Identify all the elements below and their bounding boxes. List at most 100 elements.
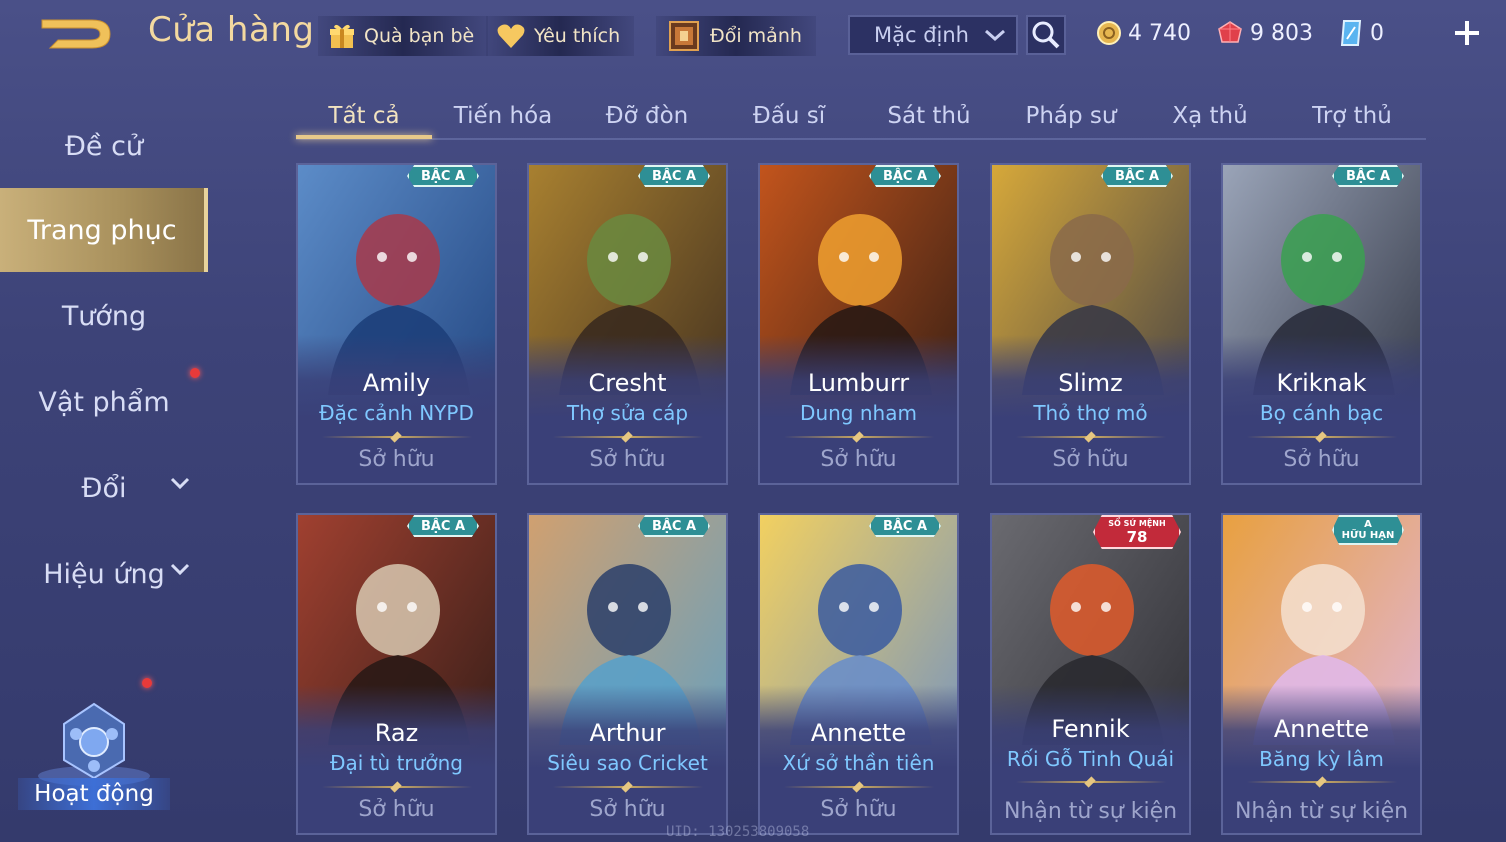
hero-name: Cresht xyxy=(588,369,667,397)
sidebar-item-label: Đổi xyxy=(81,472,127,504)
crystal-gem-icon xyxy=(1340,20,1362,46)
event-orb-icon xyxy=(38,702,150,786)
hero-name: Fennik xyxy=(1051,715,1130,743)
sidebar-item-recommended[interactable]: Đề cử xyxy=(0,104,208,188)
tab-evolution[interactable]: Tiến hóa xyxy=(438,96,568,136)
ownership-status: Sở hữu xyxy=(589,797,666,822)
hero-name: Kriknak xyxy=(1276,369,1367,397)
sidebar-item-skins[interactable]: Trang phục xyxy=(0,188,208,272)
sidebar-item-label: Vật phẩm xyxy=(38,386,170,418)
search-button[interactable] xyxy=(1026,15,1066,55)
skin-card[interactable]: A HỮU HẠN Annette Băng kỳ lâm Nhận từ sự… xyxy=(1221,513,1422,835)
tab-tank[interactable]: Đỡ đòn xyxy=(582,96,712,136)
tab-assassin[interactable]: Sát thủ xyxy=(864,96,994,136)
tab-mage[interactable]: Pháp sư xyxy=(1006,96,1136,136)
skin-name: Thợ sửa cáp xyxy=(566,401,689,425)
tab-label: Trợ thủ xyxy=(1312,103,1392,129)
divider xyxy=(1016,781,1166,783)
skin-card[interactable]: BẬC A Raz Đại tù trưởng Sở hữu xyxy=(296,513,497,835)
skin-name: Dung nham xyxy=(800,401,917,425)
skin-grid: BẬC A Amily Đặc cảnh NYPD Sở hữu BẬC A C… xyxy=(296,163,1426,842)
ownership-status: Sở hữu xyxy=(820,447,897,472)
sort-dropdown[interactable]: Mặc định xyxy=(848,15,1018,55)
skin-card[interactable]: BẬC A Annette Xứ sở thần tiên Sở hữu xyxy=(758,513,959,835)
skin-card[interactable]: SỔ SỨ MỆNH 78 Fennik Rối Gỗ Tinh Quái Nh… xyxy=(990,513,1191,835)
sidebar-item-exchange[interactable]: Đổi xyxy=(0,446,208,530)
sidebar-item-items[interactable]: Vật phẩm xyxy=(0,360,208,444)
gem-balance: 0 xyxy=(1338,16,1384,50)
hero-name: Annette xyxy=(810,719,907,747)
battle-pass-badge: SỔ SỨ MỆNH 78 xyxy=(1093,515,1181,549)
hero-name: Lumburr xyxy=(807,369,910,397)
chevron-down-icon xyxy=(170,563,190,576)
ownership-status: Sở hữu xyxy=(358,447,435,472)
hero-name: Raz xyxy=(374,719,419,747)
favorites-label: Yêu thích xyxy=(534,25,621,47)
divider xyxy=(1247,436,1397,438)
plus-icon xyxy=(1455,21,1479,45)
tab-label: Xạ thủ xyxy=(1172,103,1248,129)
skin-name: Siêu sao Cricket xyxy=(547,751,708,775)
skin-card[interactable]: BẬC A Slimz Thỏ thợ mỏ Sở hữu xyxy=(990,163,1191,485)
sidebar-item-label: Hiệu ứng xyxy=(43,558,165,590)
exchange-shards-label: Đổi mảnh xyxy=(710,25,802,47)
ownership-status: Sở hữu xyxy=(1283,447,1360,472)
divider xyxy=(1247,781,1397,783)
hero-name: Slimz xyxy=(1058,369,1123,397)
limited-label: HỮU HẠN xyxy=(1341,530,1395,541)
divider xyxy=(553,436,703,438)
tier-badge: BẬC A xyxy=(638,165,710,187)
tab-fighter[interactable]: Đấu sĩ xyxy=(724,96,854,136)
skin-card[interactable]: BẬC A Kriknak Bọ cánh bạc Sở hữu xyxy=(1221,163,1422,485)
skin-name: Thỏ thợ mỏ xyxy=(1033,401,1148,425)
exchange-shards-button[interactable]: Đổi mảnh xyxy=(656,16,816,56)
gem-amount: 0 xyxy=(1370,20,1384,46)
tab-support[interactable]: Trợ thủ xyxy=(1286,96,1418,136)
tab-label: Tất cả xyxy=(328,103,400,129)
skin-card[interactable]: BẬC A Arthur Siêu sao Cricket Sở hữu xyxy=(527,513,728,835)
favorites-button[interactable]: Yêu thích xyxy=(486,16,635,56)
skin-card[interactable]: BẬC A Lumburr Dung nham Sở hữu xyxy=(758,163,959,485)
limited-badge: A HỮU HẠN xyxy=(1332,515,1404,545)
sidebar-item-heroes[interactable]: Tướng xyxy=(0,274,208,358)
sidebar-item-label: Trang phục xyxy=(27,214,177,246)
tab-marksman[interactable]: Xạ thủ xyxy=(1148,96,1272,136)
active-tab-indicator xyxy=(296,135,432,139)
tab-all[interactable]: Tất cả xyxy=(296,96,432,139)
hero-name: Arthur xyxy=(589,719,666,747)
friend-gift-button[interactable]: Quà bạn bè xyxy=(318,16,489,56)
sidebar: Đề cử Trang phục Tướng Vật phẩm Đổi Hiệu… xyxy=(0,90,210,842)
skin-card[interactable]: BẬC A Cresht Thợ sửa cáp Sở hữu xyxy=(527,163,728,485)
sidebar-item-label: Đề cử xyxy=(64,130,144,162)
tier-badge: BẬC A xyxy=(1332,165,1404,187)
tier-badge: BẬC A xyxy=(869,515,941,537)
friend-gift-label: Quà bạn bè xyxy=(364,25,475,47)
gold-coin-icon xyxy=(1097,21,1121,45)
sidebar-item-label: Tướng xyxy=(61,300,147,332)
notification-dot xyxy=(190,368,200,378)
skin-name: Băng kỳ lâm xyxy=(1259,747,1384,771)
add-currency-button[interactable] xyxy=(1450,16,1484,50)
skin-card[interactable]: BẬC A Amily Đặc cảnh NYPD Sở hữu xyxy=(296,163,497,485)
tab-label: Pháp sư xyxy=(1025,103,1117,129)
tab-label: Đỡ đòn xyxy=(605,103,689,129)
tab-label: Sát thủ xyxy=(887,103,971,129)
shard-chest-icon xyxy=(669,21,699,51)
divider xyxy=(784,786,934,788)
event-button[interactable]: Hoạt động xyxy=(14,678,174,810)
tier-badge: BẬC A xyxy=(407,165,479,187)
voucher-amount: 9 803 xyxy=(1250,20,1313,46)
back-icon[interactable] xyxy=(36,14,116,54)
search-icon xyxy=(1032,21,1060,49)
hero-name: Amily xyxy=(362,369,431,397)
chevron-down-icon xyxy=(985,29,1005,42)
ownership-status: Sở hữu xyxy=(358,797,435,822)
page-title: Cửa hàng xyxy=(148,10,315,50)
heart-icon xyxy=(497,24,525,48)
sidebar-item-effects[interactable]: Hiệu ứng xyxy=(0,532,208,616)
voucher-balance: 9 803 xyxy=(1216,16,1313,50)
ownership-status: Nhận từ sự kiện xyxy=(1234,799,1409,824)
top-bar: Cửa hàng Quà bạn bè Yêu thích Đổi mảnh M… xyxy=(0,0,1506,70)
chevron-down-icon xyxy=(170,477,190,490)
gold-balance: 4 740 xyxy=(1096,16,1191,50)
